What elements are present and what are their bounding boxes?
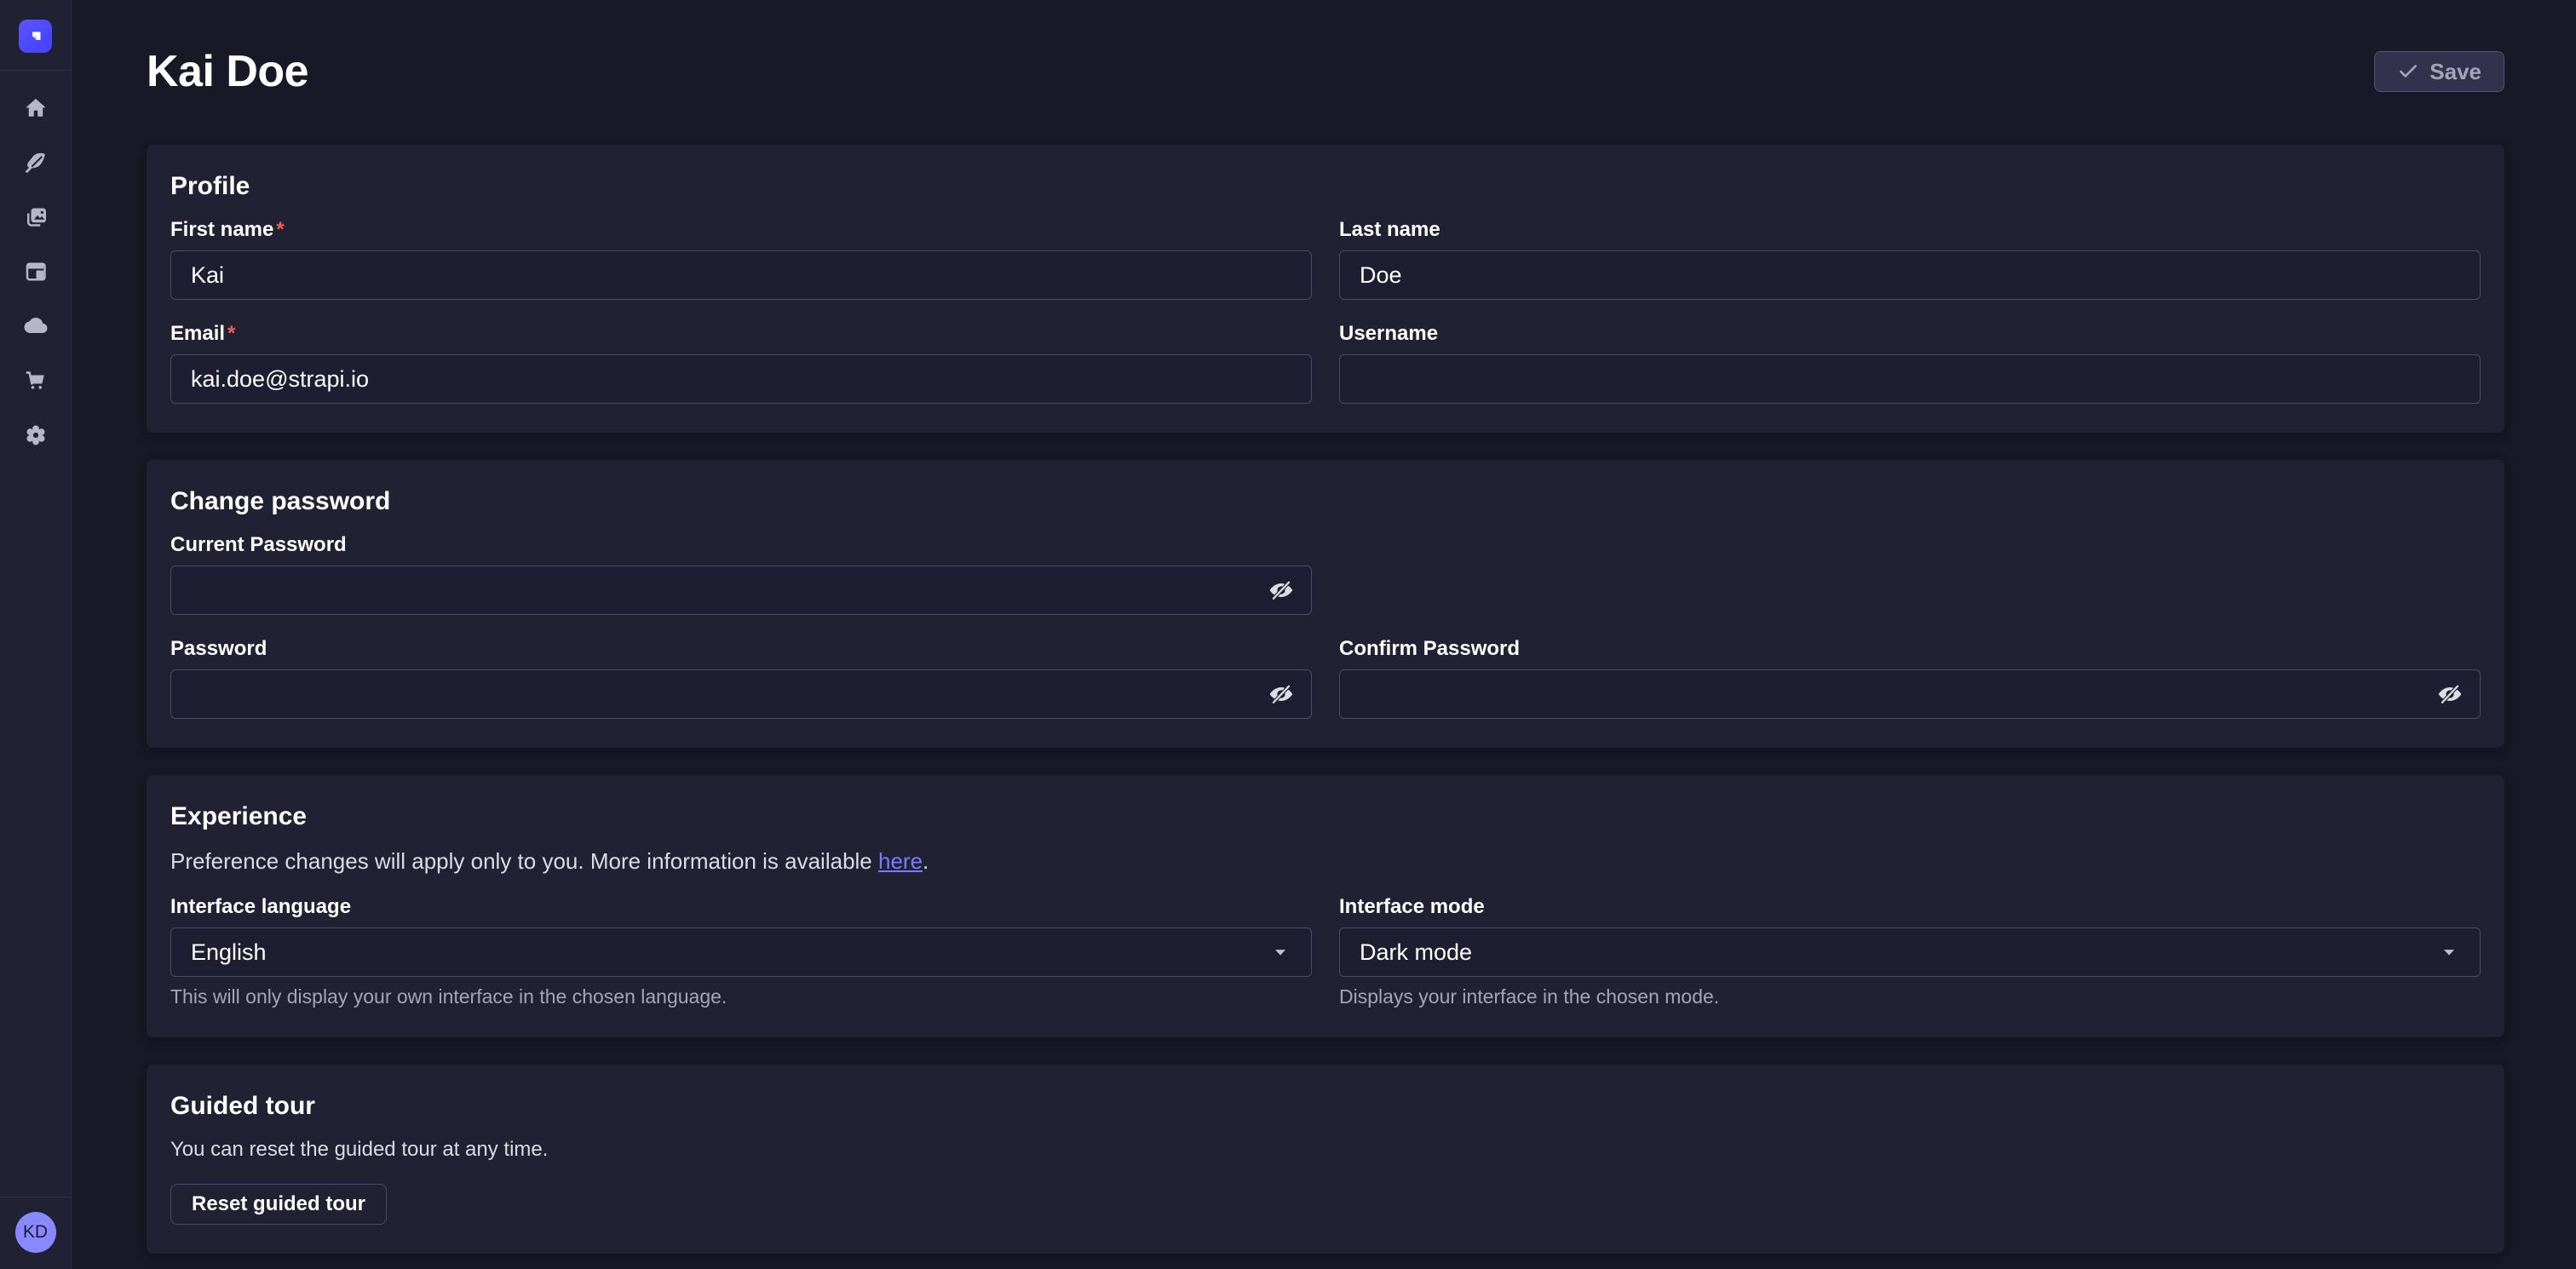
- required-marker: *: [276, 218, 284, 241]
- eye-off-icon: [1268, 577, 1294, 603]
- reset-guided-tour-button[interactable]: Reset guided tour: [170, 1184, 387, 1225]
- avatar-initials: KD: [23, 1222, 48, 1243]
- toggle-password-visibility-button[interactable]: [1257, 675, 1305, 714]
- field-first-name: First name*: [170, 218, 1312, 300]
- interface-language-value: English: [191, 939, 267, 966]
- page-header: Kai Doe Save: [147, 0, 2504, 97]
- sidebar-divider: [0, 70, 71, 71]
- interface-language-select[interactable]: English: [170, 927, 1312, 977]
- experience-description-text: Preference changes will apply only to yo…: [170, 848, 878, 874]
- email-label-text: Email: [170, 322, 225, 345]
- content-type-builder-icon: [23, 259, 49, 284]
- main-content: Kai Doe Save Profile First name* Last na…: [72, 0, 2576, 1269]
- interface-language-hint: This will only display your own interfac…: [170, 985, 1312, 1008]
- deploy-cloud-icon: [23, 313, 49, 339]
- current-password-input[interactable]: [170, 566, 1312, 615]
- chevron-down-icon: [1269, 941, 1291, 963]
- interface-mode-value: Dark mode: [1360, 939, 1472, 966]
- last-name-label: Last name: [1339, 218, 2481, 242]
- required-marker: *: [227, 322, 235, 345]
- chevron-down-icon: [2438, 941, 2460, 963]
- change-password-card: Change password Current Password: [147, 460, 2504, 748]
- current-password-wrap: [170, 566, 1312, 615]
- first-name-label-text: First name: [170, 218, 273, 241]
- toggle-confirm-password-visibility-button[interactable]: [2426, 675, 2474, 714]
- guided-tour-description: You can reset the guided tour at any tim…: [170, 1138, 2481, 1162]
- password-fields: Current Password Password: [170, 533, 2481, 719]
- sidebar-footer: KD: [0, 1197, 71, 1269]
- experience-card: Experience Preference changes will apply…: [147, 775, 2504, 1037]
- marketplace-cart-icon: [23, 368, 49, 393]
- sidebar-item-content-type-builder[interactable]: [15, 251, 56, 292]
- media-library-icon: [23, 204, 49, 230]
- field-confirm-password: Confirm Password: [1339, 637, 2481, 719]
- email-input[interactable]: [170, 354, 1312, 404]
- sidebar-item-content-manager[interactable]: [15, 142, 56, 183]
- username-label: Username: [1339, 322, 2481, 346]
- field-email: Email*: [170, 322, 1312, 404]
- first-name-label: First name*: [170, 218, 1312, 242]
- more-info-link[interactable]: here: [878, 848, 923, 874]
- confirm-password-wrap: [1339, 669, 2481, 719]
- spacer: [1339, 533, 2481, 615]
- interface-mode-label: Interface mode: [1339, 895, 2481, 919]
- experience-description: Preference changes will apply only to yo…: [170, 848, 2481, 875]
- experience-title: Experience: [170, 802, 2481, 831]
- user-avatar[interactable]: KD: [15, 1212, 56, 1253]
- home-icon: [23, 95, 49, 121]
- sidebar-item-marketplace[interactable]: [15, 360, 56, 401]
- current-password-label: Current Password: [170, 533, 1312, 557]
- check-icon: [2397, 60, 2419, 83]
- interface-language-label: Interface language: [170, 895, 1312, 919]
- settings-gear-icon: [23, 422, 49, 448]
- confirm-password-label: Confirm Password: [1339, 637, 2481, 661]
- sidebar-item-settings[interactable]: [15, 415, 56, 456]
- profile-card: Profile First name* Last name Email* Use…: [147, 145, 2504, 433]
- field-interface-mode: Interface mode Dark mode Displays your i…: [1339, 895, 2481, 1008]
- profile-card-title: Profile: [170, 172, 2481, 201]
- experience-description-period: .: [923, 848, 929, 874]
- field-last-name: Last name: [1339, 218, 2481, 300]
- password-input[interactable]: [170, 669, 1312, 719]
- save-button[interactable]: Save: [2374, 51, 2504, 92]
- eye-off-icon: [1268, 681, 1294, 707]
- experience-fields: Interface language English This will onl…: [170, 895, 2481, 1008]
- confirm-password-input[interactable]: [1339, 669, 2481, 719]
- password-label: Password: [170, 637, 1312, 661]
- interface-mode-select[interactable]: Dark mode: [1339, 927, 2481, 977]
- change-password-title: Change password: [170, 487, 2481, 516]
- field-current-password: Current Password: [170, 533, 1312, 615]
- interface-mode-hint: Displays your interface in the chosen mo…: [1339, 985, 2481, 1008]
- username-input[interactable]: [1339, 354, 2481, 404]
- sidebar-item-deploy[interactable]: [15, 306, 56, 347]
- toggle-current-password-visibility-button[interactable]: [1257, 571, 1305, 610]
- profile-fields: First name* Last name Email* Username: [170, 218, 2481, 404]
- email-label: Email*: [170, 322, 1312, 346]
- first-name-input[interactable]: [170, 250, 1312, 300]
- sidebar-nav: [15, 88, 56, 456]
- eye-off-icon: [2437, 681, 2463, 707]
- sidebar: KD: [0, 0, 72, 1269]
- field-new-password: Password: [170, 637, 1312, 719]
- field-username: Username: [1339, 322, 2481, 404]
- page-title: Kai Doe: [147, 46, 308, 97]
- guided-tour-title: Guided tour: [170, 1092, 2481, 1121]
- save-button-label: Save: [2429, 59, 2481, 85]
- last-name-input[interactable]: [1339, 250, 2481, 300]
- field-interface-language: Interface language English This will onl…: [170, 895, 1312, 1008]
- sidebar-item-home[interactable]: [15, 88, 56, 129]
- strapi-logo[interactable]: [19, 20, 52, 53]
- content-manager-feather-icon: [23, 150, 49, 175]
- strapi-logo-icon: [26, 26, 46, 47]
- password-wrap: [170, 669, 1312, 719]
- sidebar-item-media-library[interactable]: [15, 197, 56, 238]
- guided-tour-card: Guided tour You can reset the guided tou…: [147, 1065, 2504, 1254]
